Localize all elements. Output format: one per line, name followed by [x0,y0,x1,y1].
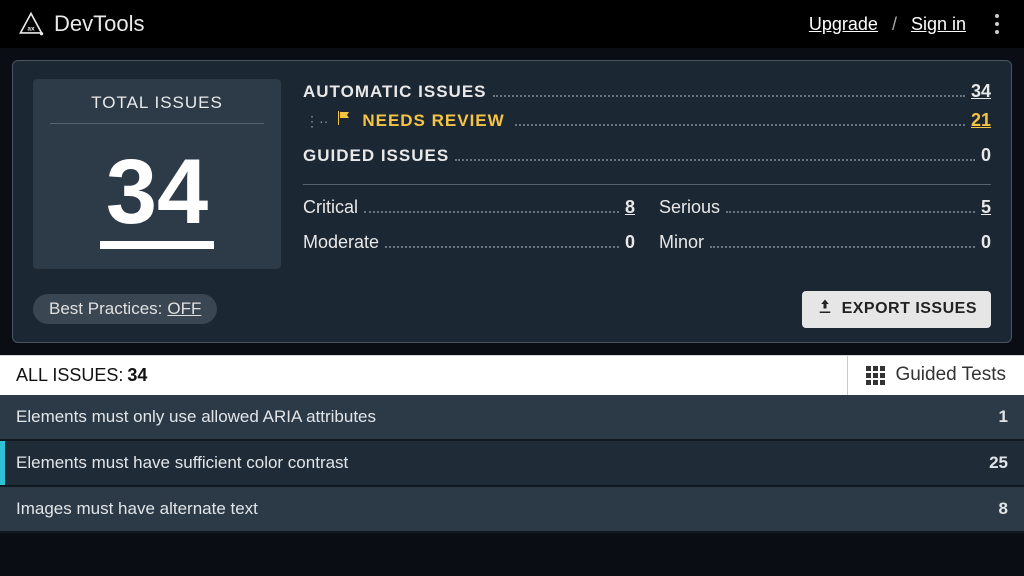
guided-issues-row: GUIDED ISSUES 0 [303,145,991,166]
issue-row[interactable]: Elements must only use allowed ARIA attr… [0,395,1024,441]
total-issues-label: TOTAL ISSUES [50,93,263,124]
tab-guided-tests[interactable]: Guided Tests [847,356,1024,395]
issue-title: Elements must only use allowed ARIA attr… [16,407,376,427]
axe-logo-icon: ax [18,11,44,37]
severity-minor-value: 0 [981,232,991,253]
issue-count: 8 [999,499,1008,519]
guided-tests-label: Guided Tests [895,364,1006,386]
severity-critical: Critical 8 [303,197,635,218]
brand-name: DevTools [54,11,144,37]
needs-review-label: NEEDS REVIEW [362,111,504,131]
export-label: EXPORT ISSUES [842,300,977,318]
automatic-issues-value[interactable]: 34 [971,81,991,102]
export-issues-button[interactable]: EXPORT ISSUES [802,291,991,328]
severity-moderate: Moderate 0 [303,232,635,253]
tabs-bar: ALL ISSUES: 34 Guided Tests [0,355,1024,395]
guided-issues-value: 0 [981,145,991,166]
grid-icon [866,366,885,385]
best-practices-label: Best Practices: [49,299,162,319]
issue-count: 25 [989,453,1008,473]
severity-serious-value[interactable]: 5 [981,197,991,218]
tab-all-issues[interactable]: ALL ISSUES: 34 [0,356,847,395]
severity-serious: Serious 5 [659,197,991,218]
automatic-issues-label: AUTOMATIC ISSUES [303,82,487,102]
all-issues-label: ALL ISSUES: [16,365,123,386]
svg-text:ax: ax [27,26,35,33]
flag-icon [336,110,352,131]
brand: ax DevTools [18,11,144,37]
guided-issues-label: GUIDED ISSUES [303,146,449,166]
needs-review-value[interactable]: 21 [971,110,991,131]
severity-grid: Critical 8 Serious 5 Moderate 0 Minor [303,197,991,261]
best-practices-state: OFF [167,299,201,319]
separator: / [892,14,897,35]
upgrade-link[interactable]: Upgrade [809,14,878,35]
summary-panel: TOTAL ISSUES 34 AUTOMATIC ISSUES 34 ⋮·· … [12,60,1012,343]
severity-critical-value[interactable]: 8 [625,197,635,218]
issue-row[interactable]: Images must have alternate text 8 [0,487,1024,533]
issue-title: Images must have alternate text [16,499,258,519]
upload-icon [816,298,834,321]
issues-list: Elements must only use allowed ARIA attr… [0,395,1024,533]
issue-row[interactable]: Elements must have sufficient color cont… [0,441,1024,487]
needs-review-row: ⋮·· NEEDS REVIEW 21 [303,110,991,131]
tree-branch-icon: ⋮·· [303,113,336,130]
total-issues-value[interactable]: 34 [100,144,214,249]
automatic-issues-row: AUTOMATIC ISSUES 34 [303,81,991,102]
issue-count: 1 [999,407,1008,427]
severity-moderate-value: 0 [625,232,635,253]
issue-title: Elements must have sufficient color cont… [16,453,348,473]
best-practices-toggle[interactable]: Best Practices: OFF [33,294,217,324]
more-menu-icon[interactable] [984,8,1010,40]
signin-link[interactable]: Sign in [911,14,966,35]
all-issues-count: 34 [127,365,147,386]
topbar: ax DevTools Upgrade / Sign in [0,0,1024,48]
total-issues-card: TOTAL ISSUES 34 [33,79,281,269]
topbar-actions: Upgrade / Sign in [809,8,1010,40]
severity-minor: Minor 0 [659,232,991,253]
divider [303,184,991,185]
stats-column: AUTOMATIC ISSUES 34 ⋮·· NEEDS REVIEW 21 … [303,79,991,269]
